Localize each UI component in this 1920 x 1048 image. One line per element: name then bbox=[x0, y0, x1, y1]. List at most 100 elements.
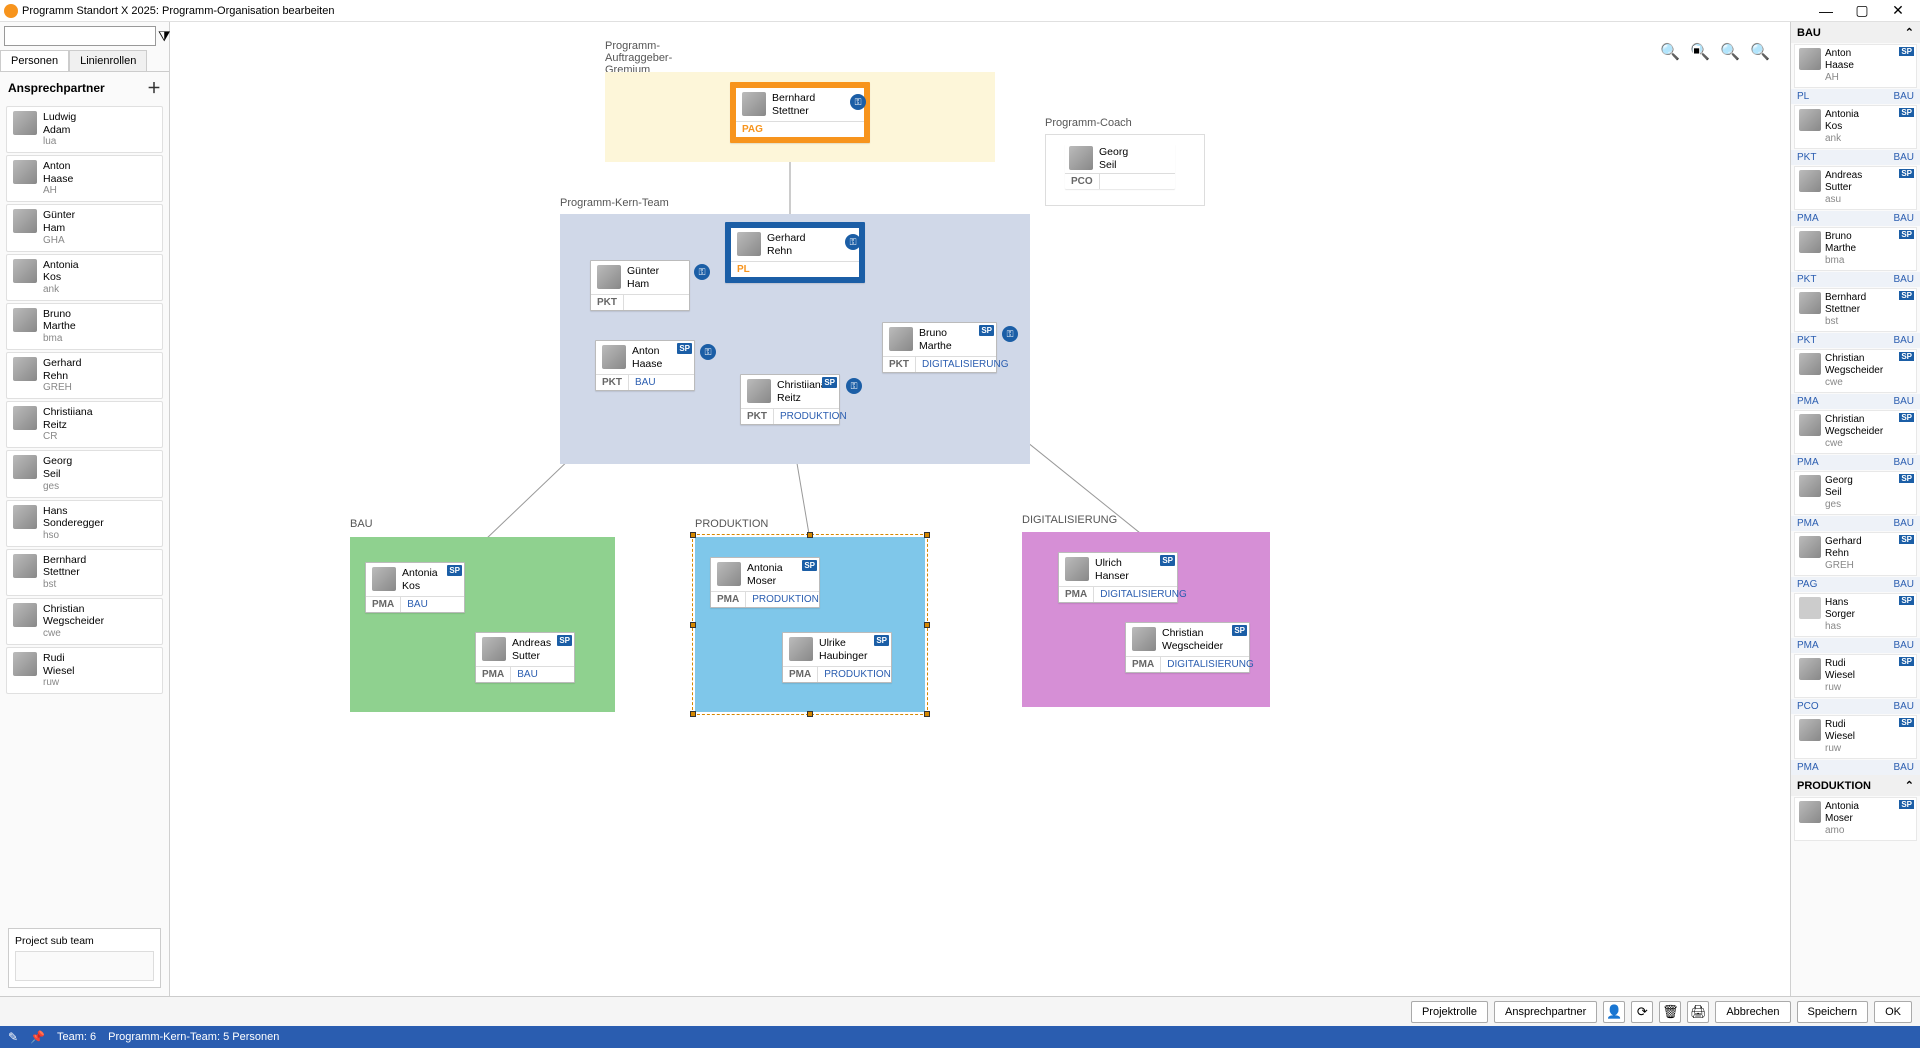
card-ham[interactable]: GünterHam PKT bbox=[590, 260, 690, 311]
avatar bbox=[1132, 627, 1156, 651]
section-title: Ansprechpartner bbox=[8, 81, 105, 95]
sp-badge: SP bbox=[447, 565, 462, 576]
tab-personen[interactable]: Personen bbox=[0, 50, 69, 71]
card-hanser[interactable]: UlrichHanser PMADIGITALISIERUNG SP bbox=[1058, 552, 1178, 603]
avatar bbox=[889, 327, 913, 351]
avatar bbox=[1065, 557, 1089, 581]
right-person-item[interactable]: Hans Sorger has SP bbox=[1794, 593, 1917, 637]
card-stettner[interactable]: BernhardStettner PAG ⚿ bbox=[730, 82, 870, 143]
ansprechpartner-button[interactable]: Ansprechpartner bbox=[1494, 1001, 1597, 1023]
right-person-item[interactable]: Christian Wegscheider cwe SP bbox=[1794, 349, 1917, 393]
person-item[interactable]: Antonia Kos ank bbox=[6, 254, 163, 301]
person-item[interactable]: Hans Sonderegger hso bbox=[6, 500, 163, 547]
person-item[interactable]: Bruno Marthe bma bbox=[6, 303, 163, 350]
close-button[interactable]: ✕ bbox=[1880, 0, 1916, 22]
avatar bbox=[1069, 146, 1093, 170]
right-person-item[interactable]: Antonia Moser amo SP bbox=[1794, 797, 1917, 841]
person-item[interactable]: Gerhard Rehn GREH bbox=[6, 352, 163, 399]
card-rehn[interactable]: GerhardRehn PL ⚿ bbox=[725, 222, 865, 283]
zoom-fit-icon[interactable]: 🔍◼ bbox=[1690, 42, 1710, 62]
org-canvas[interactable]: 🔍 🔍◼ 🔍 🔍 Programm-Auftraggeber-Gremium B… bbox=[170, 22, 1790, 996]
avatar bbox=[13, 406, 37, 430]
role-row: PMABAU bbox=[1791, 211, 1920, 226]
card-moser[interactable]: AntoniaMoser PMAPRODUKTION SP bbox=[710, 557, 820, 608]
right-person-item[interactable]: Anton Haase AH SP bbox=[1794, 44, 1917, 88]
edit-icon[interactable]: ✎ bbox=[8, 1030, 18, 1044]
key-icon[interactable]: ⚿ bbox=[694, 264, 710, 280]
sp-badge: SP bbox=[1899, 800, 1914, 809]
key-icon[interactable]: ⚿ bbox=[1002, 326, 1018, 342]
avatar bbox=[1799, 597, 1821, 619]
subteam-dropzone[interactable] bbox=[15, 951, 154, 981]
right-person-item[interactable]: Georg Seil ges SP bbox=[1794, 471, 1917, 515]
card-marthe[interactable]: BrunoMarthe PKTDIGITALISIERUNG SP bbox=[882, 322, 997, 373]
key-icon[interactable]: ⚿ bbox=[846, 378, 862, 394]
zoom-out-icon[interactable]: 🔍 bbox=[1750, 42, 1770, 62]
avatar bbox=[1799, 48, 1821, 70]
card-sutter[interactable]: AndreasSutter PMABAU SP bbox=[475, 632, 575, 683]
person-item[interactable]: Christian Wegscheider cwe bbox=[6, 598, 163, 645]
person-item[interactable]: Günter Ham GHA bbox=[6, 204, 163, 251]
tab-linienrollen[interactable]: Linienrollen bbox=[69, 50, 147, 71]
sp-badge: SP bbox=[1899, 47, 1914, 56]
card-haubinger[interactable]: UlrikeHaubinger PMAPRODUKTION SP bbox=[782, 632, 892, 683]
refresh-icon[interactable]: ⟳ bbox=[1631, 1001, 1653, 1023]
app-icon bbox=[4, 4, 18, 18]
search-icon[interactable]: 🔍 bbox=[1660, 42, 1680, 62]
left-sidebar: ⧩ Personen Linienrollen Ansprechpartner … bbox=[0, 22, 170, 996]
group-header[interactable]: BAU⌃ bbox=[1791, 22, 1920, 43]
sp-badge: SP bbox=[1232, 625, 1247, 636]
chevron-up-icon[interactable]: ⌃ bbox=[1905, 26, 1914, 39]
avatar bbox=[597, 265, 621, 289]
right-person-item[interactable]: Antonia Kos ank SP bbox=[1794, 105, 1917, 149]
filter-icon[interactable]: ⧩ bbox=[158, 26, 171, 46]
zoom-in-icon[interactable]: 🔍 bbox=[1720, 42, 1740, 62]
chevron-up-icon[interactable]: ⌃ bbox=[1905, 779, 1914, 792]
right-person-item[interactable]: Andreas Sutter asu SP bbox=[1794, 166, 1917, 210]
right-person-item[interactable]: Christian Wegscheider cwe SP bbox=[1794, 410, 1917, 454]
card-reitz[interactable]: ChristiianaReitz PKTPRODUKTION SP bbox=[740, 374, 840, 425]
avatar bbox=[13, 652, 37, 676]
right-person-item[interactable]: Rudi Wiesel ruw SP bbox=[1794, 654, 1917, 698]
key-icon[interactable]: ⚿ bbox=[700, 344, 716, 360]
card-haase[interactable]: AntonHaase PKTBAU SP bbox=[595, 340, 695, 391]
key-icon[interactable]: ⚿ bbox=[845, 234, 861, 250]
save-button[interactable]: Speichern bbox=[1797, 1001, 1869, 1023]
role-row: PMABAU bbox=[1791, 638, 1920, 653]
avatar bbox=[602, 345, 626, 369]
group-header[interactable]: PRODUKTION⌃ bbox=[1791, 775, 1920, 796]
sp-badge: SP bbox=[1160, 555, 1175, 566]
projektrolle-button[interactable]: Projektrolle bbox=[1411, 1001, 1488, 1023]
right-person-item[interactable]: Gerhard Rehn GREH SP bbox=[1794, 532, 1917, 576]
minimize-button[interactable]: — bbox=[1808, 0, 1844, 22]
person-item[interactable]: Bernhard Stettner bst bbox=[6, 549, 163, 596]
avatar bbox=[13, 554, 37, 578]
person-item[interactable]: Anton Haase AH bbox=[6, 155, 163, 202]
pin-icon[interactable]: 📌 bbox=[30, 1030, 45, 1044]
bottom-toolbar: Projektrolle Ansprechpartner 👤 ⟳ 🗑 🖨 Abb… bbox=[0, 996, 1920, 1026]
person-item[interactable]: Georg Seil ges bbox=[6, 450, 163, 497]
delete-icon[interactable]: 🗑 bbox=[1659, 1001, 1681, 1023]
print-icon[interactable]: 🖨 bbox=[1687, 1001, 1709, 1023]
ok-button[interactable]: OK bbox=[1874, 1001, 1912, 1023]
maximize-button[interactable]: ▢ bbox=[1844, 0, 1880, 22]
avatar bbox=[1799, 231, 1821, 253]
zone-label-auftraggeber: Programm-Auftraggeber-Gremium bbox=[605, 40, 715, 76]
person-item[interactable]: Rudi Wiesel ruw bbox=[6, 647, 163, 694]
add-user-icon[interactable]: 👤 bbox=[1603, 1001, 1625, 1023]
right-person-item[interactable]: Bernhard Stettner bst SP bbox=[1794, 288, 1917, 332]
titlebar: Programm Standort X 2025: Programm-Organ… bbox=[0, 0, 1920, 22]
avatar bbox=[13, 603, 37, 627]
cancel-button[interactable]: Abbrechen bbox=[1715, 1001, 1790, 1023]
card-wegscheider[interactable]: ChristianWegscheider PMADIGITALISIERUNG … bbox=[1125, 622, 1250, 673]
add-person-icon[interactable]: ＋ bbox=[147, 78, 161, 98]
right-person-item[interactable]: Rudi Wiesel ruw SP bbox=[1794, 715, 1917, 759]
right-person-item[interactable]: Bruno Marthe bma SP bbox=[1794, 227, 1917, 271]
search-input[interactable] bbox=[4, 26, 156, 46]
card-kos[interactable]: AntoniaKos PMABAU SP bbox=[365, 562, 465, 613]
sp-badge: SP bbox=[677, 343, 692, 354]
person-item[interactable]: Christiiana Reitz CR bbox=[6, 401, 163, 448]
key-icon[interactable]: ⚿ bbox=[850, 94, 866, 110]
person-item[interactable]: Ludwig Adam lua bbox=[6, 106, 163, 153]
card-seil[interactable]: GeorgSeil PCO bbox=[1065, 144, 1175, 189]
